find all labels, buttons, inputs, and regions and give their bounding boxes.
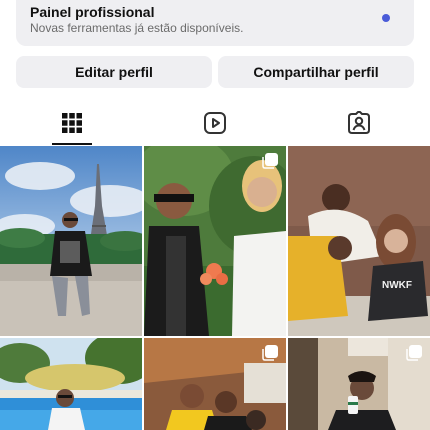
tab-tagged[interactable] xyxy=(287,100,430,145)
professional-dashboard-card[interactable]: Painel profissional Novas ferramentas já… xyxy=(16,0,414,46)
panel-title: Painel profissional xyxy=(30,4,155,20)
tab-reels[interactable] xyxy=(143,100,286,145)
panel-subtitle: Novas ferramentas já estão disponíveis. xyxy=(30,21,244,35)
posts-grid: NWKF xyxy=(0,146,430,430)
svg-text:NWKF: NWKF xyxy=(382,280,412,291)
reels-icon xyxy=(203,111,227,135)
grid-icon xyxy=(61,112,82,133)
notification-dot xyxy=(382,14,390,22)
multiple-photos-icon xyxy=(406,345,422,361)
post-thumbnail[interactable]: NWKF xyxy=(288,146,430,336)
post-thumbnail[interactable] xyxy=(288,338,430,430)
profile-tabs xyxy=(0,100,430,145)
share-profile-button[interactable]: Compartilhar perfil xyxy=(218,56,414,88)
tab-grid[interactable] xyxy=(0,100,143,145)
selected-tab-indicator xyxy=(52,143,92,145)
post-thumbnail[interactable] xyxy=(144,146,286,336)
post-thumbnail[interactable] xyxy=(144,338,286,430)
multiple-photos-icon xyxy=(262,345,278,361)
tagged-icon xyxy=(347,110,371,135)
edit-profile-button[interactable]: Editar perfil xyxy=(16,56,212,88)
multiple-photos-icon xyxy=(262,153,278,169)
post-thumbnail[interactable] xyxy=(0,146,142,336)
post-thumbnail[interactable] xyxy=(0,338,142,430)
